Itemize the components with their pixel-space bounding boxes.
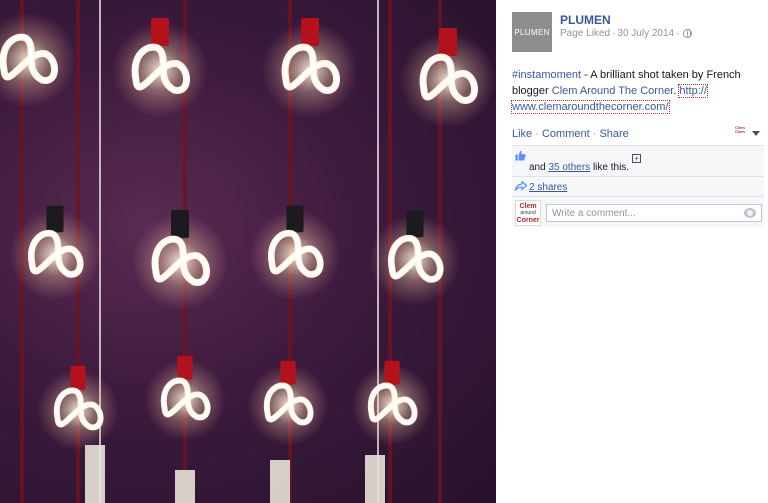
bulb	[37, 365, 119, 451]
post-photo[interactable]	[0, 0, 496, 503]
action-separator: ·	[532, 128, 542, 140]
post-meta: Page Liked · 30 July 2014 ·	[560, 28, 693, 39]
globe-icon[interactable]	[683, 29, 693, 38]
likes-row: and 35 others like this. +	[512, 146, 764, 177]
like-button[interactable]: Like	[512, 128, 532, 140]
page-liked-label[interactable]: Page Liked	[560, 28, 610, 39]
likes-suffix: like this.	[590, 162, 630, 173]
bulb	[400, 28, 496, 128]
likes-prefix: and	[529, 162, 549, 173]
likes-summary: and 35 others like this.	[529, 162, 629, 173]
comment-row: Clem around Corner	[512, 197, 764, 227]
bulb	[0, 12, 76, 108]
share-button[interactable]: Share	[599, 128, 628, 140]
bulb	[247, 360, 329, 446]
bulb	[132, 210, 228, 310]
expand-icon[interactable]: +	[632, 154, 641, 163]
bulb	[144, 355, 226, 441]
page-logo-text: PLUMEN	[514, 27, 550, 37]
bulb	[112, 18, 208, 118]
shares-row: 2 shares	[512, 177, 764, 197]
light-bulbs-photo	[0, 0, 496, 503]
post-sidebar: PLUMEN PLUMEN Page Liked · 30 July 2014 …	[496, 0, 768, 503]
likes-others-link[interactable]: 35 others	[548, 162, 590, 173]
post-period: .	[673, 85, 677, 97]
fixture	[365, 455, 385, 503]
camera-icon[interactable]	[744, 208, 756, 218]
fixture	[270, 460, 290, 503]
bulb	[262, 18, 358, 118]
comment-input[interactable]	[546, 204, 762, 222]
meta-separator: ·	[612, 28, 616, 39]
action-separator: ·	[589, 128, 600, 140]
avatar-line-1: Clem	[519, 203, 537, 210]
share-icon	[515, 181, 527, 191]
shares-link[interactable]: 2 shares	[529, 182, 567, 193]
post-actions: Like · Comment · Share	[512, 128, 629, 140]
thumb-icon	[515, 150, 526, 161]
page-avatar[interactable]: PLUMEN	[512, 12, 552, 52]
commenter-avatar: Clem around Corner	[515, 200, 541, 226]
fixture	[85, 445, 105, 503]
avatar-line-3: Corner	[516, 217, 540, 224]
post-as-avatar[interactable]: Clem Clem	[735, 126, 749, 140]
feedback-box: and 35 others like this. + 2 shares Clem…	[512, 145, 764, 227]
bulb	[369, 210, 461, 306]
page-name-link[interactable]: PLUMEN	[560, 13, 611, 27]
bulb	[249, 205, 341, 301]
url-link-part2[interactable]: www.clemaroundthecorner.com/	[511, 100, 670, 114]
meta-separator: ·	[676, 28, 680, 39]
post-message: #instamoment - A brilliant shot taken by…	[511, 67, 768, 115]
url-link-part1[interactable]: http://	[678, 84, 708, 98]
bulb	[351, 360, 433, 446]
avatar-line-2: around	[520, 210, 536, 216]
caret-down-icon[interactable]	[752, 131, 760, 136]
blogger-link[interactable]: Clem Around The Corner	[552, 85, 673, 97]
post-date[interactable]: 30 July 2014	[617, 28, 674, 39]
fixture	[175, 470, 195, 503]
comment-button[interactable]: Comment	[542, 128, 590, 140]
hashtag-link[interactable]: #instamoment	[512, 69, 581, 81]
